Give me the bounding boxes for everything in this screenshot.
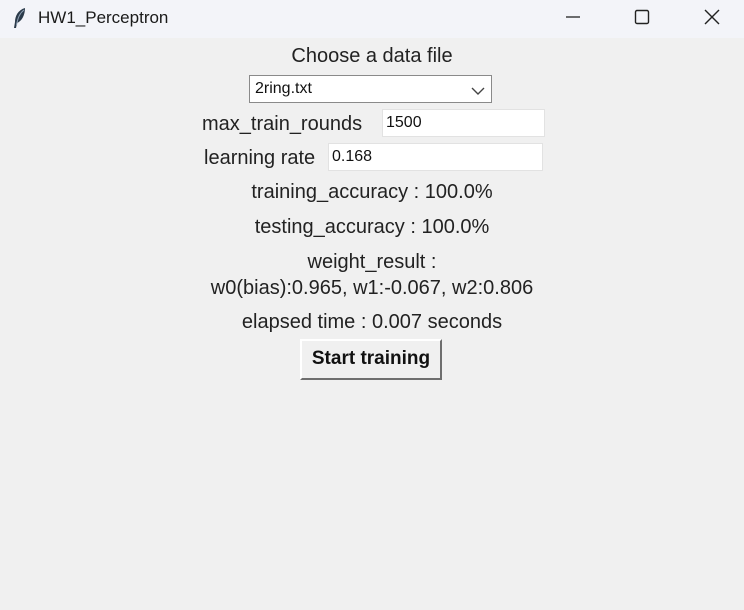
weight-result-values: w0(bias):0.965, w1:-0.067, w2:0.806 (210, 277, 534, 299)
maximize-icon (634, 9, 650, 25)
weight-result-label: weight_result : (307, 251, 437, 273)
close-icon (704, 9, 720, 25)
minimize-button[interactable] (550, 0, 596, 34)
choose-file-label: Choose a data file (291, 45, 453, 67)
data-file-select-value: 2ring.txt (255, 80, 312, 97)
max-train-rounds-label: max_train_rounds (202, 113, 363, 135)
elapsed-time-text: elapsed time : 0.007 seconds (241, 311, 503, 333)
title-bar[interactable]: HW1_Perceptron (0, 0, 744, 38)
chevron-down-icon (471, 83, 485, 101)
start-training-button[interactable]: Start training (300, 339, 442, 380)
close-button[interactable] (689, 0, 735, 34)
learning-rate-input[interactable]: 0.168 (328, 143, 543, 171)
minimize-icon (566, 16, 580, 18)
testing-accuracy-text: testing_accuracy : 100.0% (254, 216, 490, 238)
learning-rate-label: learning rate (204, 147, 316, 169)
app-window: HW1_Perceptron Choose a data file 2ring.… (0, 0, 744, 610)
main-panel: Choose a data file 2ring.txt max_train_r… (0, 38, 744, 610)
maximize-button[interactable] (619, 0, 665, 34)
window-title: HW1_Perceptron (38, 8, 169, 27)
training-accuracy-text: training_accuracy : 100.0% (251, 181, 493, 203)
max-train-rounds-input[interactable]: 1500 (382, 109, 545, 137)
data-file-select[interactable]: 2ring.txt (249, 75, 492, 103)
feather-icon (12, 7, 28, 29)
